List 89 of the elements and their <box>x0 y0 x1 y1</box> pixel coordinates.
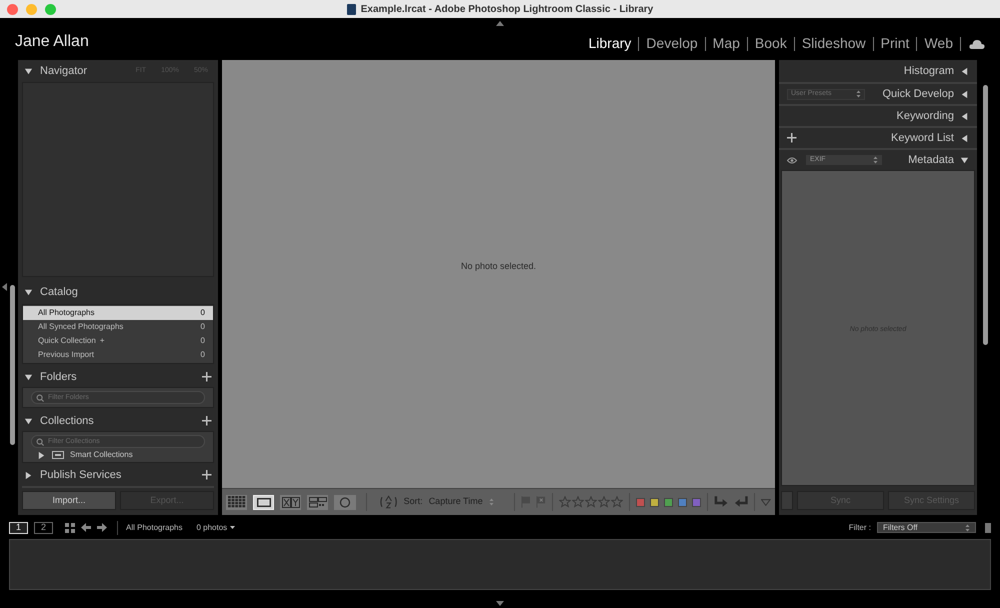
stepper-icon <box>488 498 494 506</box>
view-mode-button[interactable] <box>253 494 274 510</box>
color-label-swatch[interactable] <box>678 498 687 506</box>
panel-title[interactable]: Collections <box>40 412 195 430</box>
panel-title[interactable]: Publish Services <box>40 466 195 484</box>
sort-direction-icon[interactable] <box>378 495 398 509</box>
disclosure-triangle-icon[interactable] <box>24 416 33 426</box>
module-tab[interactable]: Develop <box>639 33 705 54</box>
compare-view-icon <box>282 496 300 508</box>
close-button[interactable] <box>7 4 18 14</box>
face-view-icon <box>339 496 351 508</box>
star-icon[interactable] <box>572 496 584 508</box>
stepper-icon <box>965 524 970 532</box>
document-icon <box>346 4 356 14</box>
back-arrow-icon[interactable] <box>81 523 91 532</box>
star-icon[interactable] <box>558 496 571 508</box>
grid-view-icon <box>228 496 246 508</box>
add-icon[interactable] <box>202 416 212 426</box>
panel-title[interactable]: Navigator <box>40 62 125 80</box>
search-icon <box>36 438 45 446</box>
rotate-left-icon[interactable] <box>734 495 748 509</box>
rotate-right-icon[interactable] <box>714 495 728 509</box>
collection-item[interactable]: Smart Collections <box>70 449 133 461</box>
empty-message: No photo selected. <box>460 260 536 274</box>
collapse-bottom-icon[interactable] <box>496 601 504 606</box>
catalog-item[interactable]: Previous Import 0 <box>23 348 213 362</box>
disclosure-triangle-icon[interactable] <box>37 450 46 460</box>
add-icon[interactable] <box>202 470 212 480</box>
filter-dropdown[interactable]: Filters Off <box>877 522 976 533</box>
panel-title[interactable]: Folders <box>40 368 195 386</box>
catalog-item[interactable]: All Photographs 0 <box>23 306 213 320</box>
panel-title[interactable]: Metadata <box>908 152 954 168</box>
panel-title[interactable]: Histogram <box>904 62 954 80</box>
color-label-swatch[interactable] <box>664 498 673 506</box>
scrollbar[interactable] <box>10 285 15 445</box>
module-tab[interactable]: Print <box>874 33 916 54</box>
photo-count[interactable]: 0 photos <box>196 522 236 534</box>
disclosure-triangle-icon[interactable] <box>960 156 969 164</box>
screen-button[interactable]: 2 <box>34 522 53 534</box>
caret-icon <box>230 526 236 529</box>
scrollbar[interactable] <box>983 85 988 345</box>
disclosure-triangle-icon[interactable] <box>960 66 969 76</box>
disclosure-triangle-icon[interactable] <box>960 90 969 98</box>
loupe-view-icon <box>256 498 271 506</box>
disclosure-triangle-icon[interactable] <box>24 288 33 296</box>
star-icon[interactable] <box>584 496 597 508</box>
disclosure-triangle-icon[interactable] <box>24 372 33 382</box>
collapse-left-icon[interactable] <box>2 283 7 291</box>
color-label-swatch[interactable] <box>650 498 659 506</box>
survey-view-icon <box>308 496 327 508</box>
screen-button[interactable]: 1 <box>9 522 28 534</box>
cloud-icon[interactable] <box>969 38 985 48</box>
catalog-item[interactable]: Quick Collection + 0 <box>23 334 213 348</box>
add-icon[interactable] <box>787 133 797 143</box>
filter-label: Filter : <box>848 522 871 534</box>
panel-title[interactable]: Catalog <box>40 284 212 300</box>
filter-lock-toggle[interactable] <box>985 522 991 532</box>
disclosure-triangle-icon[interactable] <box>960 112 969 120</box>
star-icon[interactable] <box>598 496 610 508</box>
stepper-icon <box>873 156 878 164</box>
module-tab[interactable]: Slideshow <box>794 33 873 54</box>
add-icon[interactable] <box>202 372 212 382</box>
collection-set-icon <box>52 451 64 459</box>
forward-arrow-icon[interactable] <box>97 523 107 532</box>
stepper-icon <box>856 90 861 98</box>
sync-toggle[interactable] <box>781 491 793 510</box>
window-title: Example.lrcat - Adobe Photoshop Lightroom Classic - Library <box>360 2 654 16</box>
catalog-item[interactable]: All Synced Photographs 0 <box>23 320 213 334</box>
grid-icon[interactable] <box>65 522 75 532</box>
eye-icon[interactable] <box>787 156 797 164</box>
star-icon[interactable] <box>610 496 623 508</box>
panel-title[interactable]: Quick Develop <box>882 86 954 102</box>
panel-title[interactable]: Keywording <box>896 108 954 124</box>
collapse-top-icon[interactable] <box>496 21 504 26</box>
module-tab[interactable]: Library <box>582 33 638 54</box>
module-tab[interactable]: Web <box>917 33 960 54</box>
search-icon <box>36 394 45 402</box>
source-label[interactable]: All Photographs <box>126 522 182 534</box>
sort-label: Sort: <box>404 495 423 508</box>
disclosure-triangle-icon[interactable] <box>24 470 33 480</box>
disclosure-triangle-icon[interactable] <box>960 134 969 142</box>
module-tab[interactable]: Map <box>706 33 747 54</box>
import-button[interactable]: Import... <box>22 491 116 510</box>
module-tab[interactable]: Book <box>748 33 794 54</box>
identity-plate: Jane Allan <box>15 32 89 52</box>
color-label-swatch[interactable] <box>636 498 645 506</box>
color-label-swatch[interactable] <box>692 498 701 506</box>
disclosure-triangle-icon[interactable] <box>24 66 33 76</box>
panel-title[interactable]: Keyword List <box>891 130 954 146</box>
